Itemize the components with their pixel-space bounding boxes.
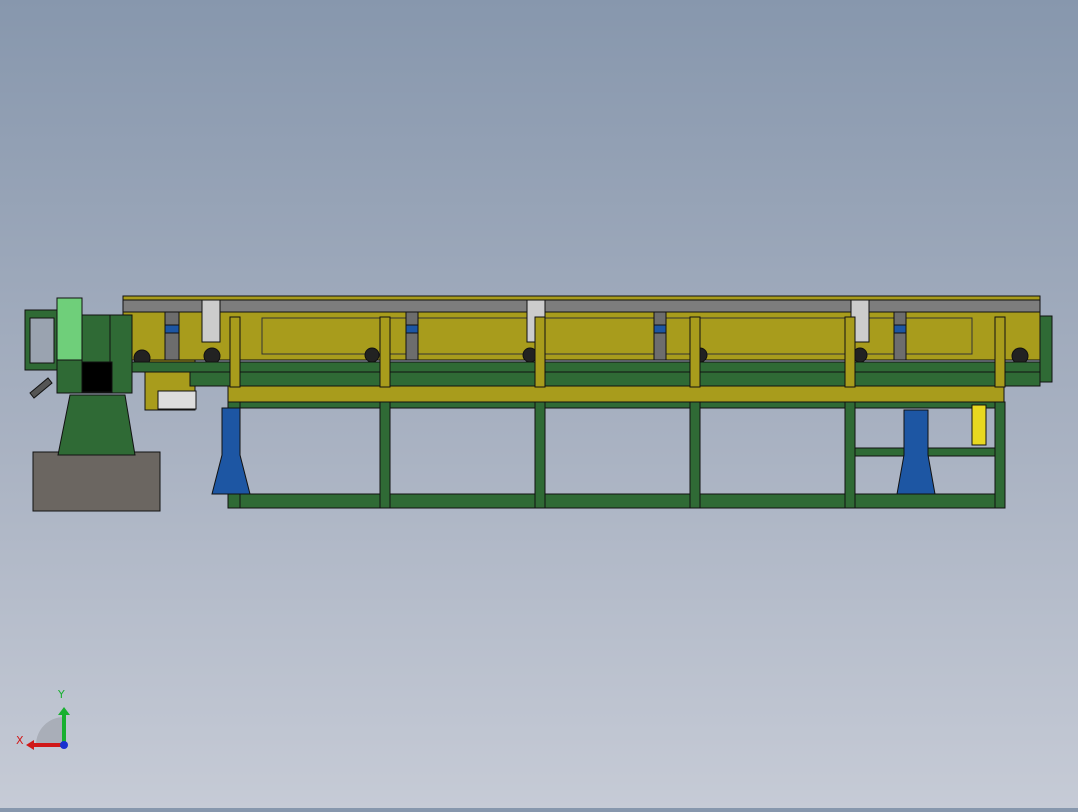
z-axis-dot xyxy=(60,741,68,749)
y-axis-label: Y xyxy=(57,688,65,701)
x-axis-label: X xyxy=(16,734,24,747)
axis-triad: X Y xyxy=(16,688,70,750)
model-drawing: X Y xyxy=(16,295,1053,750)
cad-viewport[interactable]: X Y xyxy=(0,0,1078,808)
